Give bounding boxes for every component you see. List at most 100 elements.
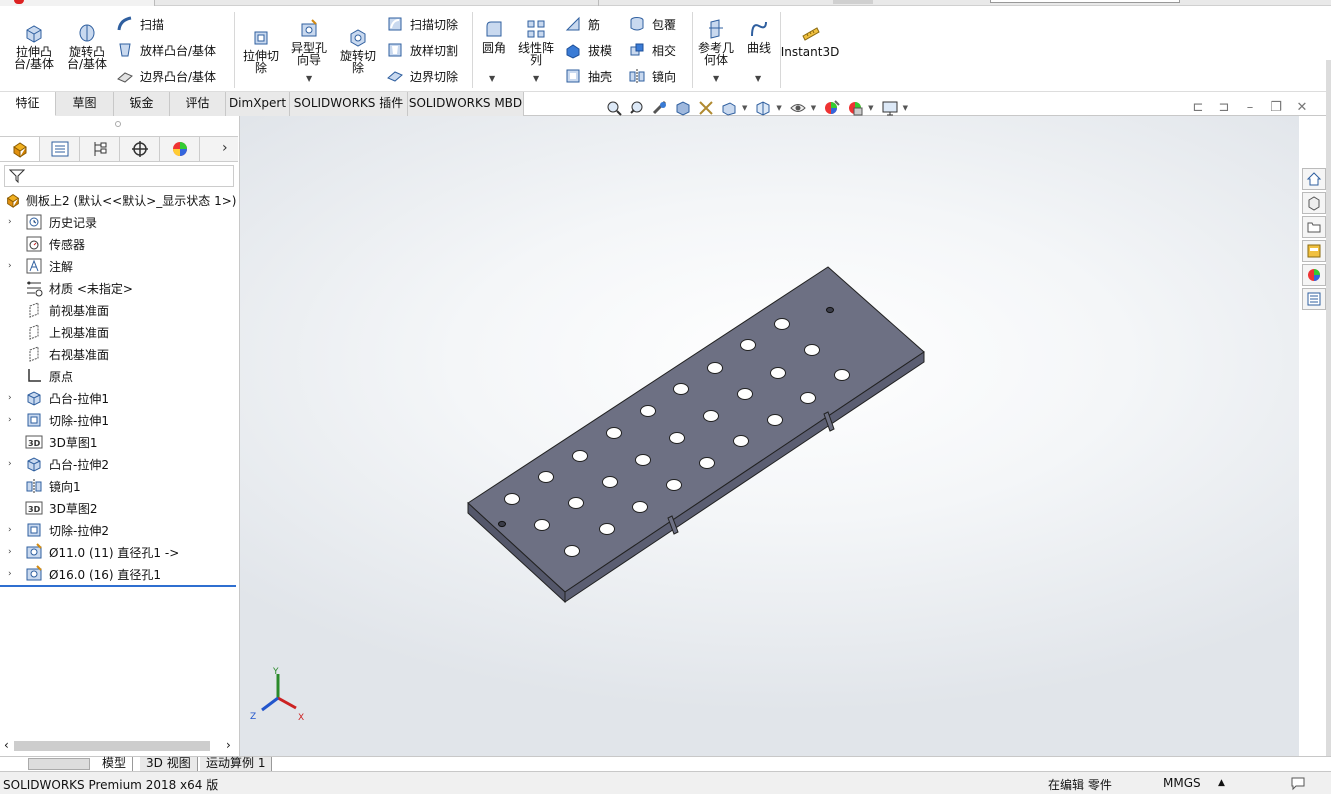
intersect-button[interactable]: 相交 — [628, 40, 676, 60]
zoom-to-fit-button[interactable] — [604, 98, 624, 118]
restore-icon[interactable]: ❐ — [1263, 100, 1289, 115]
reference-geometry-dropdown-icon[interactable]: ▼ — [713, 74, 719, 83]
tree-item[interactable]: › 历史记录 — [0, 211, 238, 233]
expand-toggle-icon[interactable]: › — [8, 569, 12, 579]
section-view-button[interactable] — [673, 98, 693, 118]
task-pane-custom-properties-button[interactable] — [1302, 288, 1326, 310]
tab-dimxpert-manager[interactable] — [120, 137, 160, 161]
minimize-icon[interactable]: – — [1237, 100, 1263, 115]
expand-toggle-icon[interactable]: › — [8, 459, 12, 469]
expand-toggle-icon[interactable]: › — [8, 393, 12, 403]
units-selector[interactable]: MMGS — [1163, 776, 1201, 790]
edit-appearance-button[interactable] — [822, 98, 842, 118]
tile-left-icon[interactable]: ⊏ — [1185, 100, 1211, 115]
tab-dimxpert[interactable]: DimXpert — [226, 92, 290, 116]
hide-show-dropdown-icon[interactable]: ▼ — [811, 104, 816, 112]
hole-wizard-button[interactable]: 异型孔 向导 — [287, 18, 331, 66]
sweep-button[interactable]: 扫描 — [116, 14, 164, 34]
tab-feature-tree[interactable] — [0, 137, 40, 161]
expand-toggle-icon[interactable]: › — [8, 525, 12, 535]
draft-button[interactable]: 拔模 — [564, 40, 612, 60]
loft-cut-button[interactable]: 放样切割 — [386, 40, 458, 60]
graphics-area[interactable]: Y X Z — [240, 116, 1299, 756]
display-style-dropdown-icon[interactable]: ▼ — [776, 104, 781, 112]
view-settings-dropdown-icon[interactable]: ▼ — [903, 104, 908, 112]
tree-item[interactable]: › 凸台-拉伸2 — [0, 453, 238, 475]
scroll-thumb[interactable] — [14, 741, 210, 751]
tab-model[interactable]: 模型 — [96, 757, 134, 772]
part-model[interactable] — [240, 116, 1299, 756]
tab-features[interactable]: 特征 — [0, 92, 56, 116]
linear-pattern-dropdown-icon[interactable]: ▼ — [533, 74, 539, 83]
tree-item[interactable]: 3D 3D草图1 — [0, 431, 238, 453]
tree-item[interactable]: 前视基准面 — [0, 299, 238, 321]
loft-boss-button[interactable]: 放样凸台/基体 — [116, 40, 216, 60]
curves-dropdown-icon[interactable]: ▼ — [755, 74, 761, 83]
tab-configuration-manager[interactable] — [80, 137, 120, 161]
task-pane-file-explorer-button[interactable] — [1302, 240, 1326, 262]
tree-item[interactable]: › 切除-拉伸2 — [0, 519, 238, 541]
tab-solidworks-mbd[interactable]: SOLIDWORKS MBD — [408, 92, 524, 116]
previous-view-button[interactable] — [650, 98, 670, 118]
task-pane-home-button[interactable] — [1302, 168, 1326, 190]
fillet-dropdown-icon[interactable]: ▼ — [489, 74, 495, 83]
tree-item[interactable]: 右视基准面 — [0, 343, 238, 365]
panel-tabs-more-icon[interactable]: › — [222, 140, 228, 156]
mirror-button[interactable]: 镜向 — [628, 66, 676, 86]
horizontal-scrollbar[interactable]: ‹ › — [0, 738, 238, 754]
tab-sheet-metal[interactable]: 钣金 — [114, 92, 170, 116]
panel-splitter-handle[interactable] — [115, 121, 121, 127]
scroll-left-icon[interactable]: ‹ — [4, 738, 9, 752]
hole-wizard-dropdown-icon[interactable]: ▼ — [306, 74, 312, 83]
extrude-boss-button[interactable]: 拉伸凸 台/基体 — [12, 22, 56, 70]
fillet-button[interactable]: 圆角 — [478, 18, 510, 54]
revolve-cut-button[interactable]: 旋转切 除 — [336, 26, 380, 74]
view-settings-button[interactable] — [880, 98, 900, 118]
tab-property-manager[interactable] — [40, 137, 80, 161]
tree-item[interactable]: › 注解 — [0, 255, 238, 277]
expand-toggle-icon[interactable]: › — [8, 415, 12, 425]
hide-show-items-button[interactable] — [788, 98, 808, 118]
apply-scene-button[interactable] — [845, 98, 865, 118]
curves-button[interactable]: 曲线 — [742, 18, 776, 54]
tab-scroll-buttons[interactable] — [28, 758, 90, 770]
tab-evaluate[interactable]: 评估 — [170, 92, 226, 116]
tab-display-manager[interactable] — [160, 137, 200, 161]
boundary-boss-button[interactable]: 边界凸台/基体 — [116, 66, 216, 86]
extrude-cut-button[interactable]: 拉伸切 除 — [239, 26, 283, 74]
zoom-to-area-button[interactable] — [627, 98, 647, 118]
tab-3d-view[interactable]: 3D 视图 — [140, 757, 198, 772]
expand-toggle-icon[interactable]: › — [8, 217, 12, 227]
tree-item[interactable]: › Ø16.0 (16) 直径孔1 — [0, 563, 238, 585]
revolve-boss-button[interactable]: 旋转凸 台/基体 — [64, 22, 110, 70]
scene-dropdown-icon[interactable]: ▼ — [868, 104, 873, 112]
tab-solidworks-addins[interactable]: SOLIDWORKS 插件 — [290, 92, 408, 116]
tree-item[interactable]: › Ø11.0 (11) 直径孔1 -> — [0, 541, 238, 563]
tree-item[interactable]: 上视基准面 — [0, 321, 238, 343]
rollback-bar[interactable] — [0, 585, 236, 587]
instant3d-button[interactable]: Instant3D — [781, 22, 839, 58]
tree-item[interactable]: 原点 — [0, 365, 238, 387]
scroll-right-icon[interactable]: › — [226, 738, 231, 752]
tab-sketch[interactable]: 草图 — [56, 92, 114, 116]
task-pane-design-library-button[interactable] — [1302, 216, 1326, 238]
tree-item[interactable]: › 切除-拉伸1 — [0, 409, 238, 431]
expand-toggle-icon[interactable]: › — [8, 261, 12, 271]
shell-button[interactable]: 抽壳 — [564, 66, 612, 86]
tab-motion-study[interactable]: 运动算例 1 — [200, 757, 273, 772]
tree-item[interactable]: 传感器 — [0, 233, 238, 255]
tree-item[interactable]: 材质 <未指定> — [0, 277, 238, 299]
boundary-cut-button[interactable]: 边界切除 — [386, 66, 458, 86]
rib-button[interactable]: 筋 — [564, 14, 600, 34]
task-pane-resources-button[interactable] — [1302, 192, 1326, 214]
reference-geometry-button[interactable]: 参考几 何体 — [694, 18, 738, 66]
wrap-button[interactable]: 包覆 — [628, 14, 676, 34]
task-pane-appearances-button[interactable] — [1302, 264, 1326, 286]
tree-root-part[interactable]: 侧板上2 (默认<<默认>_显示状态 1>) — [0, 189, 238, 211]
sweep-cut-button[interactable]: 扫描切除 — [386, 14, 458, 34]
tree-item[interactable]: › 凸台-拉伸1 — [0, 387, 238, 409]
expand-toggle-icon[interactable]: › — [8, 547, 12, 557]
tree-item[interactable]: 3D 3D草图2 — [0, 497, 238, 519]
close-icon[interactable]: ✕ — [1289, 100, 1315, 115]
dynamic-annotation-button[interactable] — [696, 98, 716, 118]
